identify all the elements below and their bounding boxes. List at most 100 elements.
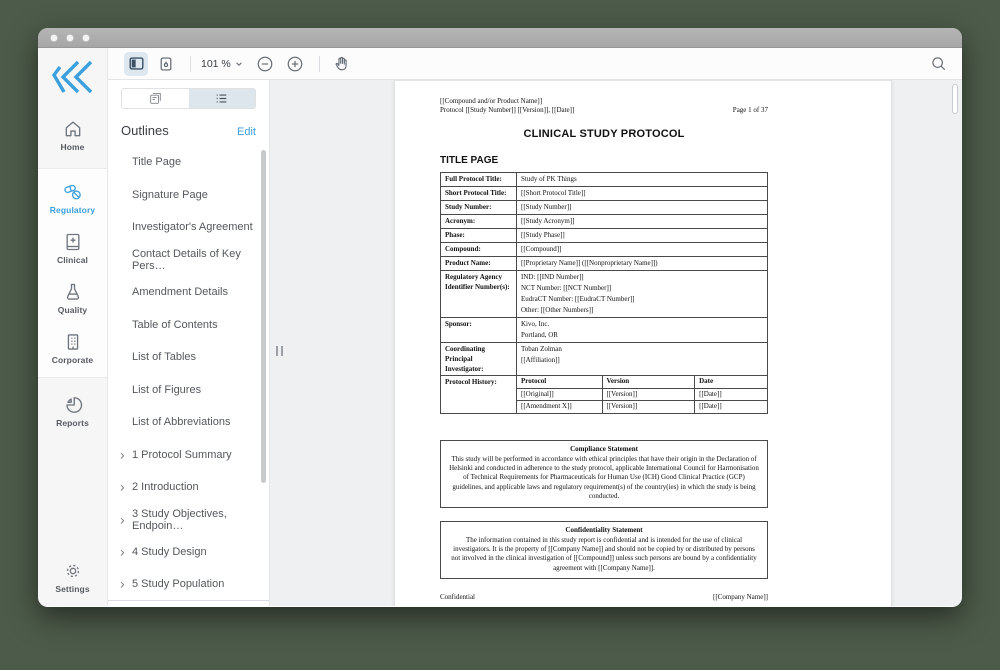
reports-pie-chart-icon	[38, 395, 107, 415]
sidebar-item-regulatory[interactable]: Regulatory	[38, 173, 107, 223]
hand-pan-button[interactable]	[330, 52, 354, 76]
panel-view-switcher	[121, 88, 256, 109]
tab-thumbnails[interactable]	[122, 89, 189, 108]
quality-flask-icon	[38, 282, 107, 302]
history-row: [[Original]] [[Version]] [[Date]]	[517, 387, 767, 401]
sidebar-item-settings[interactable]: Settings	[38, 552, 107, 602]
outline-item[interactable]: › 1 Protocol Summary	[108, 439, 269, 472]
outline-item-label: Investigator's Agreement	[132, 221, 253, 234]
row-value-line: Other: [[Other Numbers]]	[521, 306, 594, 314]
outline-item[interactable]: Table of Contents	[108, 309, 269, 342]
table-row: Study Number: [[Study Number]]	[440, 200, 768, 215]
viewer-scrollbar[interactable]	[952, 84, 958, 114]
sidebar-item-quality[interactable]: Quality	[38, 273, 107, 323]
confidentiality-statement-box: Confidentiality Statement The informatio…	[440, 520, 768, 580]
outline-item-label: List of Tables	[132, 351, 197, 364]
protocol-history-table: Protocol Version Date [[Original]] [[Version…	[517, 376, 767, 413]
row-value: [[Study Phase]]	[516, 228, 768, 243]
panel-toggle-button[interactable]	[124, 51, 148, 76]
row-value: [[Study Acronym]]	[516, 214, 768, 229]
outline-scrollbar[interactable]	[261, 150, 266, 483]
doc-footer-left: Confidential	[440, 593, 475, 601]
search-button[interactable]	[926, 52, 950, 76]
row-value-line: Study of PK Things	[521, 175, 577, 183]
chevron-right-icon[interactable]: ›	[120, 545, 125, 559]
zoom-level-dropdown[interactable]: 101 %	[201, 58, 243, 70]
window-minimize-button[interactable]	[66, 33, 74, 42]
plus-circle-icon	[286, 55, 304, 73]
compliance-statement-box: Compliance Statement This study will be …	[440, 439, 768, 508]
row-label: Product Name:	[440, 256, 517, 271]
row-label: Short Protocol Title:	[440, 186, 517, 201]
row-value-line: Portland, OR	[521, 331, 558, 339]
row-value: [[Study Number]]	[516, 200, 768, 215]
sidebar-item-label: Home	[60, 142, 85, 152]
confidentiality-body: The information contained in this study …	[451, 535, 757, 572]
chevron-right-icon[interactable]: ›	[120, 480, 125, 494]
row-value-line: [[Compound]]	[521, 245, 562, 253]
page-preview-button[interactable]	[154, 52, 178, 76]
chevron-right-icon[interactable]: ›	[120, 577, 125, 591]
settings-gear-icon	[38, 561, 107, 581]
toolbar-divider	[190, 55, 191, 72]
tab-outline[interactable]	[188, 89, 255, 108]
row-value-line: [[Study Phase]]	[521, 231, 565, 239]
sidebar-item-reports[interactable]: Reports	[38, 386, 107, 436]
row-label: Full Protocol Title:	[440, 172, 517, 187]
row-value-line: EudraCT Number: [[EudraCT Number]]	[521, 295, 635, 303]
outline-item-label: List of Figures	[132, 383, 202, 396]
chevron-down-icon	[235, 60, 243, 68]
outline-item-label: List of Abbreviations	[132, 416, 231, 429]
history-cell: [[Date]]	[694, 400, 767, 413]
sidebar-item-home[interactable]: Home	[38, 110, 107, 160]
doc-section-title: TITLE PAGE	[440, 155, 499, 166]
panel-resize-handle[interactable]	[276, 346, 283, 356]
kivo-logo-icon	[50, 60, 96, 94]
table-row: Compound: [[Compound]]	[440, 242, 768, 257]
sidebar-item-label: Regulatory	[49, 205, 96, 215]
row-value-line: NCT Number: [[NCT Number]]	[521, 284, 612, 292]
outline-item[interactable]: Amendment Details	[108, 276, 269, 309]
outline-item[interactable]: › 3 Study Objectives, Endpoin…	[108, 504, 269, 537]
viewer-toolbar: 101 %	[108, 48, 962, 80]
outline-item[interactable]: Title Page	[108, 146, 269, 179]
sidebar-item-corporate[interactable]: Corporate	[38, 323, 107, 373]
app-sidebar: Home Regulatory Clinical Quality Corpora…	[38, 48, 108, 606]
outline-item[interactable]: List of Tables	[108, 341, 269, 374]
table-row: Full Protocol Title: Study of PK Things	[440, 172, 768, 187]
row-value-line: [[Study Acronym]]	[521, 217, 575, 225]
row-value: IND: [[IND Number]] NCT Number: [[NCT Num…	[516, 270, 768, 318]
row-label: Regulatory Agency Identifier Number(s):	[440, 270, 517, 318]
sidebar-item-label: Clinical	[56, 255, 89, 265]
outline-item[interactable]: Signature Page	[108, 179, 269, 212]
document-page: [[Compound and/or Product Name]] Protoco…	[394, 80, 892, 606]
chevron-right-icon[interactable]: ›	[120, 447, 125, 461]
home-icon	[38, 119, 107, 139]
outline-item-label: 5 Study Population	[132, 578, 225, 591]
outline-edit-link[interactable]: Edit	[237, 126, 256, 138]
history-cell: [[Amendment X]]	[517, 400, 603, 413]
outline-item-label: 4 Study Design	[132, 546, 207, 559]
outline-panel-title: Outlines	[121, 123, 169, 138]
sidebar-item-label: Quality	[57, 305, 88, 315]
outline-item[interactable]: List of Abbreviations	[108, 406, 269, 439]
table-row: Protocol History: Protocol Version Date [[Or…	[440, 375, 768, 414]
outline-item[interactable]: List of Figures	[108, 374, 269, 407]
sidebar-item-clinical[interactable]: Clinical	[38, 223, 107, 273]
outline-item[interactable]: › 2 Introduction	[108, 471, 269, 504]
window-close-button[interactable]	[50, 33, 58, 42]
chevron-right-icon[interactable]: ›	[120, 512, 125, 526]
window-titlebar	[38, 28, 962, 48]
sidebar-item-label: Settings	[55, 584, 90, 594]
panel-left-icon	[128, 55, 145, 72]
outline-item[interactable]: › 4 Study Design	[108, 536, 269, 569]
window-zoom-button[interactable]	[82, 33, 90, 42]
doc-header-line1: [[Compound and/or Product Name]]	[440, 97, 543, 105]
zoom-out-button[interactable]	[253, 52, 277, 76]
outline-item[interactable]: Contact Details of Key Pers…	[108, 244, 269, 277]
outline-item[interactable]: Investigator's Agreement	[108, 211, 269, 244]
outline-item[interactable]: › 5 Study Population	[108, 569, 269, 601]
zoom-in-button[interactable]	[283, 52, 307, 76]
row-label: Protocol History:	[440, 375, 517, 414]
title-table-body: Full Protocol Title: Study of PK Things Sh…	[440, 172, 768, 414]
